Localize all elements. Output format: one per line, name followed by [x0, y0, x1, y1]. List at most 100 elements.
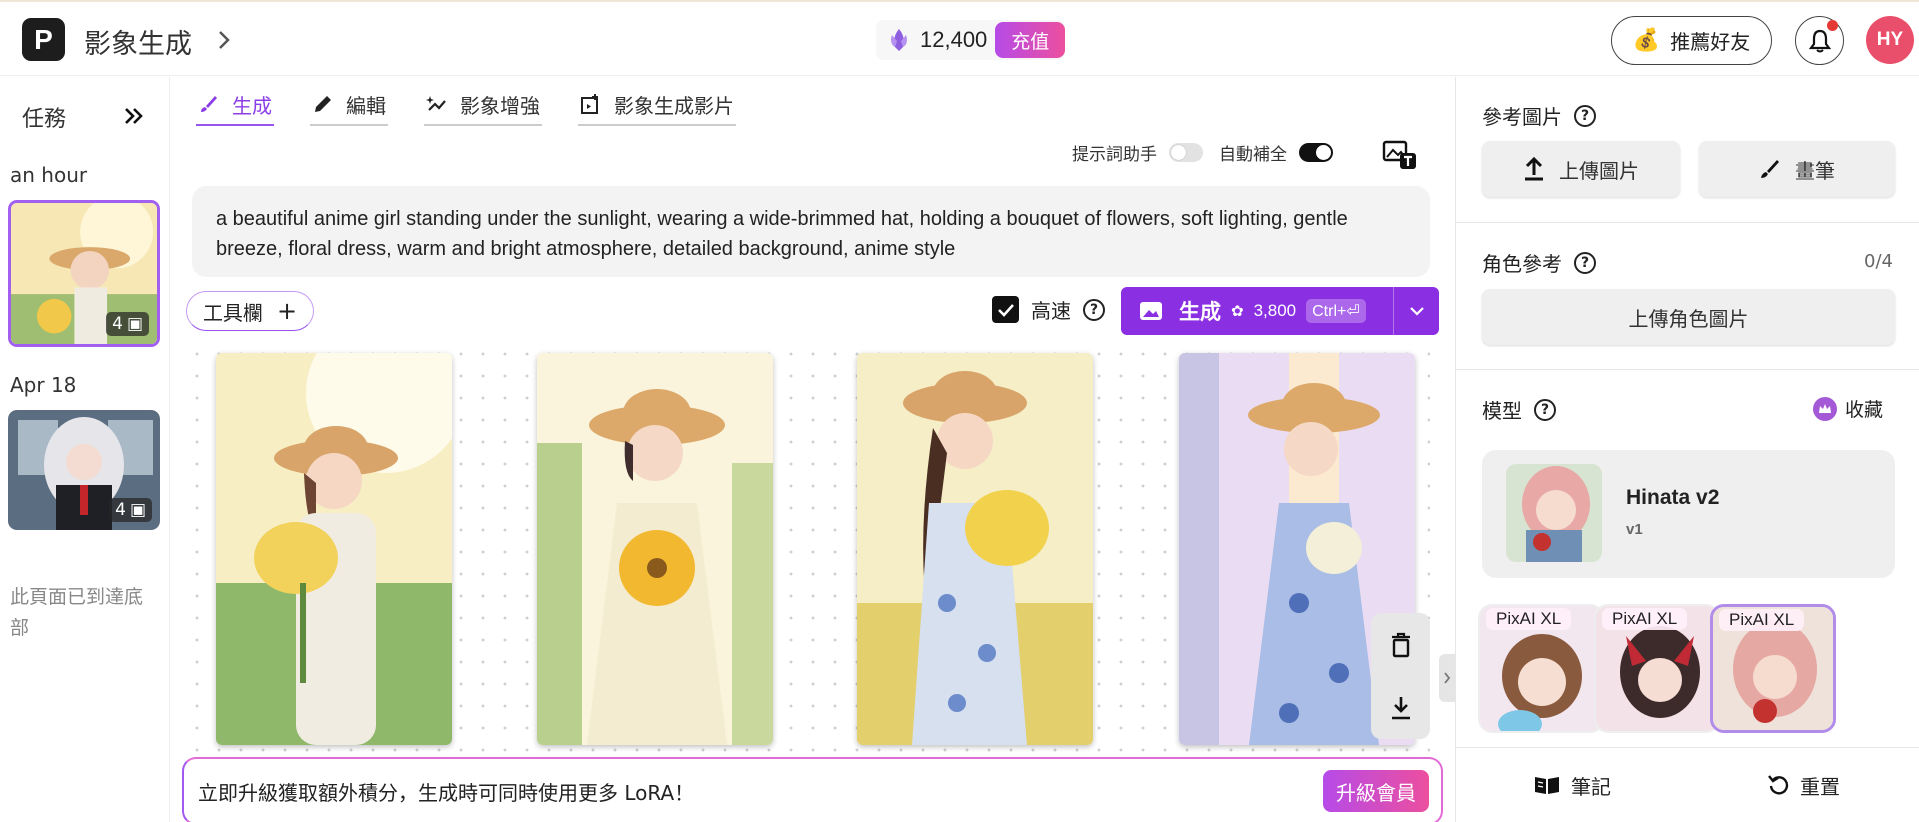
brush-button[interactable]: 畫筆 [1699, 141, 1895, 197]
base-model-option[interactable]: PixAI XL [1478, 604, 1604, 733]
brush-label: 畫筆 [1795, 158, 1835, 183]
tasks-label: 任務 [22, 107, 67, 132]
image-icon: ▣ [126, 314, 143, 334]
crown-icon [1813, 396, 1837, 421]
favorites-button[interactable]: 收藏 [1813, 395, 1883, 422]
results-gallery [186, 343, 1430, 753]
reset-button[interactable]: 重置 [1688, 748, 1919, 822]
prompt-helper-toggle[interactable] [1169, 143, 1203, 162]
selected-model-card[interactable]: Hinata v2 v1 [1482, 450, 1895, 578]
character-count: 0/4 [1864, 251, 1893, 272]
checkmark-icon [997, 303, 1014, 317]
collapse-panel-handle[interactable] [1439, 654, 1455, 702]
app-title[interactable]: 影象生成 [84, 22, 192, 61]
task-thumbnail[interactable]: 4 ▣ [8, 410, 160, 530]
tab-generate[interactable]: 生成 [196, 84, 274, 126]
bell-icon [1808, 29, 1831, 52]
autocomplete-toggle[interactable] [1299, 143, 1333, 162]
upload-character-label: 上傳角色圖片 [1628, 306, 1749, 331]
task-group-label: an hour [10, 163, 88, 187]
model-version: v1 [1626, 521, 1643, 538]
fast-mode-checkbox[interactable] [992, 296, 1019, 323]
section-title: 模型 [1482, 399, 1522, 423]
user-avatar[interactable]: HY [1866, 16, 1914, 64]
section-title: 角色參考 [1482, 252, 1562, 276]
section-title: 參考圖片 [1482, 105, 1562, 129]
notes-button[interactable]: 筆記 [1456, 748, 1688, 822]
tab-label: 生成 [232, 93, 272, 118]
tab-label: 影象增強 [460, 93, 540, 118]
task-sidebar: 任務 an hour 4 ▣ Apr 18 4 ▣ 此頁面已到達底部 [0, 77, 170, 822]
generate-options-dropdown[interactable] [1393, 287, 1439, 335]
refer-friends-button[interactable]: 💰 推薦好友 [1611, 16, 1772, 65]
task-thumbnail[interactable]: 4 ▣ [8, 200, 160, 347]
generated-image[interactable] [537, 353, 773, 745]
generate-label: 生成 [1179, 300, 1221, 324]
model-tag: PixAI XL [1486, 608, 1572, 630]
image-to-prompt-icon[interactable] [1382, 139, 1418, 171]
generated-image-art [537, 353, 773, 745]
help-icon[interactable]: ? [1083, 298, 1105, 321]
help-icon[interactable]: ? [1574, 104, 1596, 127]
download-button[interactable] [1371, 676, 1430, 739]
upgrade-banner: 立即升級獲取額外積分，生成時可同時使用更多 LoRA！ 升級會員 [182, 757, 1443, 822]
generated-image-art [216, 353, 452, 745]
reset-label: 重置 [1800, 774, 1840, 799]
fast-mode: 高速 ? [992, 295, 1105, 324]
tab-edit[interactable]: 編輯 [310, 84, 388, 126]
notifications-button[interactable] [1795, 16, 1844, 65]
notes-label: 筆記 [1571, 774, 1611, 799]
generated-image[interactable] [857, 353, 1093, 745]
favorites-label: 收藏 [1845, 399, 1884, 421]
image-icon [1140, 302, 1162, 320]
model-thumbnail [1506, 464, 1602, 562]
expand-sidebar-icon[interactable] [122, 104, 146, 128]
plus-icon: + [276, 297, 298, 325]
generate-button[interactable]: 生成 ✿ 3,800 Ctrl+⏎ [1121, 287, 1393, 335]
image-count-badge: 4 ▣ [109, 498, 152, 522]
notification-dot [1827, 20, 1838, 31]
prompt-input[interactable]: a beautiful anime girl standing under th… [192, 186, 1430, 277]
app-logo[interactable]: P [22, 18, 65, 61]
help-icon[interactable]: ? [1574, 251, 1596, 274]
tab-image-to-video[interactable]: 影象生成影片 [578, 84, 736, 126]
refer-friends-label: 推薦好友 [1670, 30, 1751, 54]
model-tag: PixAI XL [1719, 609, 1805, 631]
task-group-label: Apr 18 [10, 373, 77, 397]
model-name: Hinata v2 [1626, 486, 1720, 509]
credit-gem-icon: ✿ [1231, 302, 1244, 320]
toolbar-label: 工具欄 [202, 300, 263, 325]
image-count-badge: 4 ▣ [106, 312, 149, 336]
upgrade-button[interactable]: 升級會員 [1323, 770, 1429, 812]
divider [1456, 369, 1919, 370]
upload-character-button[interactable]: 上傳角色圖片 [1482, 289, 1895, 345]
base-model-option[interactable]: PixAI XL [1594, 604, 1720, 733]
upload-image-button[interactable]: 上傳圖片 [1482, 141, 1680, 197]
mode-tabs: 生成 編輯 影象增強 影象生成影片 [196, 84, 736, 126]
brush-icon [1761, 160, 1779, 178]
generated-image[interactable] [216, 353, 452, 745]
base-model-option-selected[interactable]: PixAI XL [1710, 604, 1836, 733]
settings-panel: 參考圖片 ? 上傳圖片 畫筆 角色參考 ? 0/4 上傳角色圖片 模型 ? 收藏… [1455, 77, 1919, 822]
reference-image-section: 參考圖片 ? [1482, 101, 1596, 130]
upgrade-message: 立即升級獲取額外積分，生成時可同時使用更多 LoRA！ [198, 780, 695, 805]
character-reference-section: 角色參考 ? [1482, 248, 1596, 277]
pencil-icon [315, 96, 331, 112]
image-actions-panel [1371, 613, 1430, 739]
recharge-button[interactable]: 充值 [995, 22, 1066, 58]
help-icon[interactable]: ? [1534, 398, 1556, 421]
model-section: 模型 ? [1482, 395, 1556, 424]
generated-image-art [857, 353, 1093, 745]
autocomplete-label: 自動補全 [1219, 145, 1287, 165]
money-bag-icon: 💰 [1632, 28, 1661, 53]
toolbar-button[interactable]: 工具欄 + [186, 291, 314, 331]
delete-button[interactable] [1371, 613, 1430, 676]
upload-image-label: 上傳圖片 [1559, 158, 1639, 183]
chevron-right-icon[interactable] [214, 26, 234, 54]
prompt-helper-label: 提示詞助手 [1072, 145, 1157, 165]
tab-enhance[interactable]: 影象增強 [424, 84, 542, 126]
generate-button-group: 生成 ✿ 3,800 Ctrl+⏎ [1121, 287, 1439, 335]
divider [1456, 222, 1919, 223]
chevron-right-icon [1444, 672, 1451, 684]
credits-amount: 12,400 [920, 27, 988, 52]
